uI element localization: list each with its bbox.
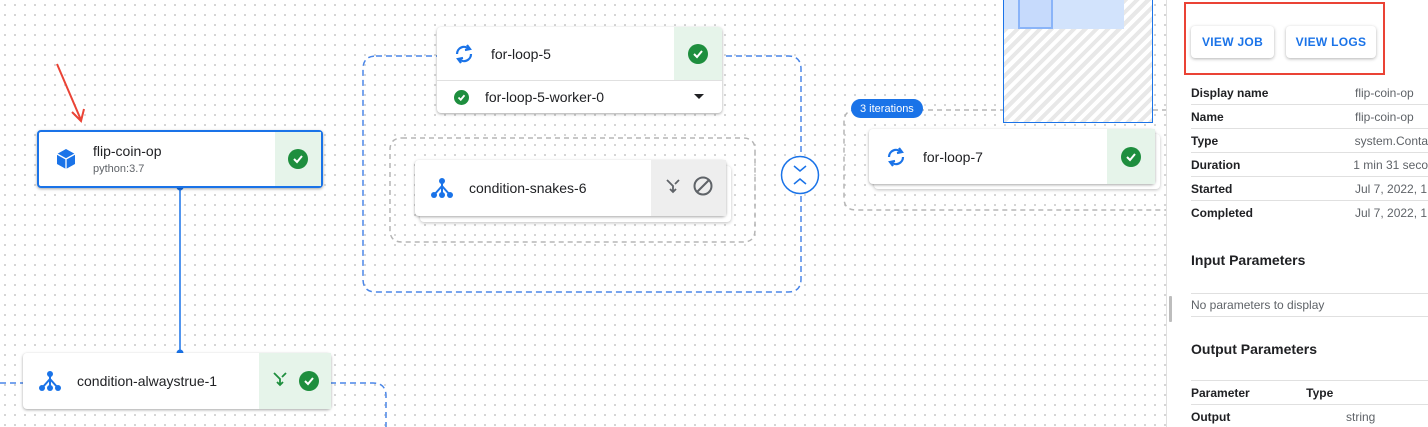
status-succeeded: [259, 353, 331, 409]
column-header-type: Type: [1306, 385, 1334, 400]
node-title: for-loop-5: [491, 45, 551, 62]
merge-arrow-icon: [664, 177, 682, 200]
detail-value: 1 min 31 seco: [1353, 157, 1428, 172]
view-job-button[interactable]: VIEW JOB: [1191, 26, 1274, 58]
worker-name: for-loop-5-worker-0: [485, 89, 605, 105]
branch-icon: [23, 369, 77, 393]
for-loop-7-node[interactable]: for-loop-7: [869, 129, 1155, 184]
detail-value: Jul 7, 2022, 1: [1355, 181, 1428, 196]
dropdown-caret-icon: [694, 94, 704, 99]
param-type: string: [1346, 410, 1376, 424]
view-logs-button[interactable]: VIEW LOGS: [1286, 26, 1376, 58]
detail-key: Type: [1191, 133, 1219, 148]
condition-snakes-6-node[interactable]: condition-snakes-6: [415, 160, 726, 216]
merge-arrow-icon: [271, 370, 289, 393]
check-icon: [299, 371, 319, 391]
detail-key: Completed: [1191, 206, 1254, 220]
detail-row-started: Started Jul 7, 2022, 1: [1191, 177, 1428, 201]
empty-message: No parameters to display: [1191, 297, 1325, 312]
flip-coin-op-node[interactable]: flip-coin-op python:3.7: [37, 130, 323, 188]
check-icon: [1121, 146, 1141, 167]
detail-key: Duration: [1191, 157, 1241, 172]
detail-value: system.Conta: [1354, 133, 1428, 148]
loop-icon: [437, 42, 491, 66]
detail-key: Name: [1191, 109, 1224, 124]
branch-icon: [415, 176, 469, 200]
collapse-toggle[interactable]: [780, 155, 820, 195]
loop-icon: [869, 145, 923, 169]
detail-row-completed: Completed Jul 7, 2022, 1: [1191, 201, 1428, 225]
node-subtitle: python:3.7: [93, 163, 145, 175]
output-params-header: Parameter Type: [1191, 381, 1428, 405]
annotation-arrow: [56, 63, 85, 123]
detail-value: flip-coin-op: [1355, 109, 1414, 124]
node-title: for-loop-7: [923, 148, 983, 165]
status-succeeded: [1107, 129, 1155, 184]
input-params-empty: No parameters to display: [1191, 293, 1428, 317]
condition-alwaystrue-1-node[interactable]: condition-alwaystrue-1: [23, 353, 331, 409]
for-loop-5-node[interactable]: for-loop-5 for-loop-5-worker-0: [437, 27, 722, 113]
detail-value: flip-coin-op: [1355, 85, 1414, 100]
check-icon: [688, 43, 708, 64]
check-icon: [288, 149, 308, 169]
cube-icon: [39, 147, 93, 171]
node-title: condition-snakes-6: [469, 180, 587, 196]
status-succeeded: [275, 132, 321, 186]
detail-row-display-name: Display name flip-coin-op: [1191, 81, 1428, 105]
column-header-parameter: Parameter: [1191, 385, 1250, 400]
minimap[interactable]: [1003, 0, 1153, 123]
panel-resize-handle[interactable]: [1169, 296, 1172, 322]
edge-flip-to-condition: [176, 183, 184, 357]
input-parameters-heading: Input Parameters: [1191, 252, 1306, 268]
table-row: Output string: [1191, 405, 1428, 427]
skipped-icon: [692, 175, 714, 202]
check-icon: [454, 89, 469, 105]
output-parameters-heading: Output Parameters: [1191, 341, 1318, 357]
detail-row-type: Type system.Conta: [1191, 129, 1428, 153]
detail-key: Display name: [1191, 85, 1269, 100]
worker-select[interactable]: for-loop-5-worker-0: [437, 81, 722, 113]
for-loop-7-iterations-badge: 3 iterations: [851, 99, 923, 118]
detail-value: Jul 7, 2022, 1: [1355, 206, 1428, 220]
minimap-node: [1018, 0, 1053, 29]
detail-row-duration: Duration 1 min 31 seco: [1191, 153, 1428, 177]
node-title: flip-coin-op: [93, 143, 162, 159]
node-title: condition-alwaystrue-1: [77, 373, 218, 389]
detail-key: Started: [1191, 181, 1233, 196]
detail-row-name: Name flip-coin-op: [1191, 105, 1428, 129]
status-succeeded: [674, 27, 722, 80]
status-skipped: [651, 160, 726, 216]
details-panel: VIEW JOB VIEW LOGS Display name flip-coin…: [1166, 0, 1428, 427]
param-name: Output: [1191, 410, 1231, 424]
